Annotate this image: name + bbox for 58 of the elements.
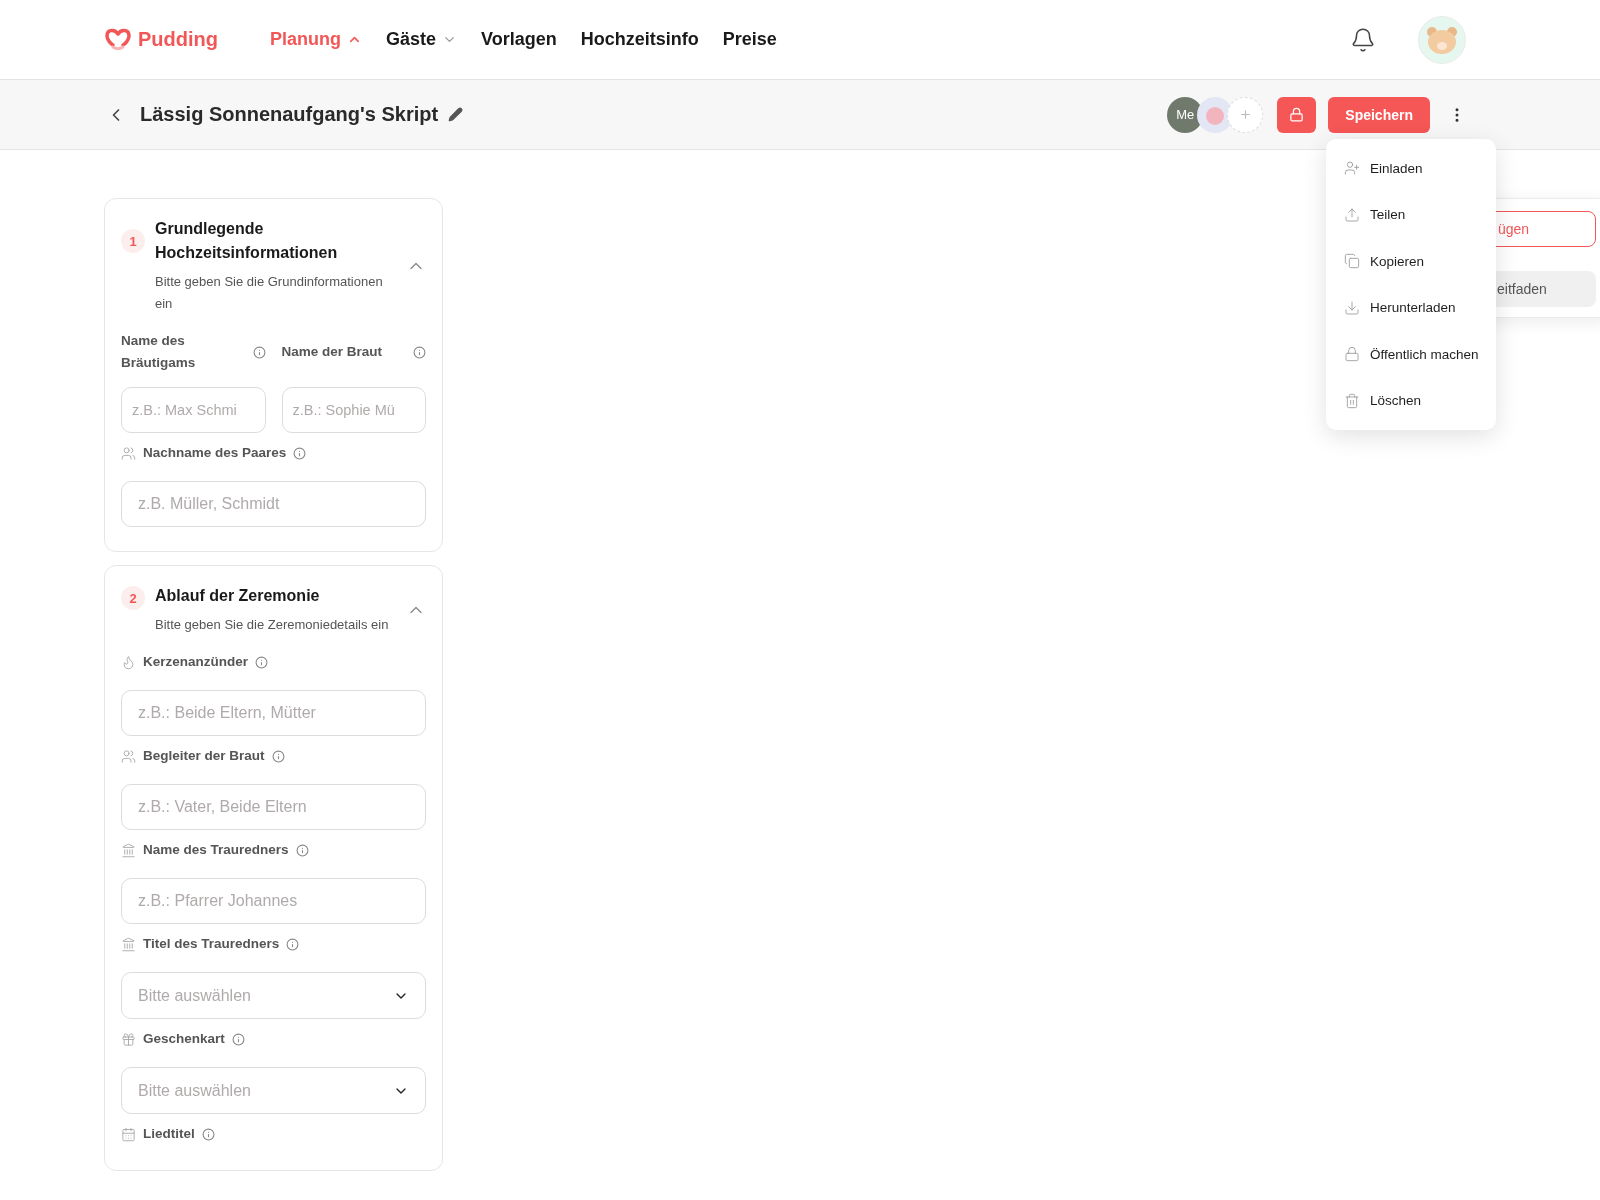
field-icon	[121, 654, 136, 670]
heart-logo-icon	[104, 27, 132, 52]
user-avatar[interactable]	[1418, 15, 1466, 64]
lock-button[interactable]	[1277, 96, 1317, 133]
step-number: 2	[121, 586, 145, 610]
info-icon[interactable]	[271, 749, 285, 763]
nav-link[interactable]: Gäste	[386, 29, 457, 50]
menu-item-icon	[1344, 206, 1360, 223]
field-icon	[121, 1031, 136, 1047]
script-title: Lässig Sonnenaufgang's Skript	[140, 103, 439, 126]
field-icon	[121, 445, 136, 461]
plus-icon	[1238, 108, 1252, 121]
field-label: Nachname des Paares	[143, 444, 287, 462]
menu-item-icon	[1344, 299, 1360, 316]
info-icon[interactable]	[252, 345, 266, 359]
info-icon[interactable]	[286, 937, 300, 951]
step-number: 1	[121, 229, 145, 253]
menu-item-icon	[1344, 392, 1360, 409]
lock-icon	[1289, 107, 1305, 122]
nav-link[interactable]: Hochzeitsinfo	[580, 29, 699, 50]
info-icon[interactable]	[293, 446, 307, 460]
info-icon[interactable]	[231, 1032, 245, 1046]
menu-item-icon	[1344, 253, 1360, 270]
field-label: Name des Bräutigams	[121, 332, 197, 372]
menu-item[interactable]: Öffentlich machen	[1326, 331, 1496, 378]
field-label: Name des Trauredners	[143, 841, 289, 859]
field-icon	[121, 748, 136, 764]
info-icon[interactable]	[201, 1127, 215, 1141]
notification-bell-icon[interactable]	[1350, 26, 1376, 53]
menu-item[interactable]: Löschen	[1326, 377, 1496, 424]
field-icon	[121, 842, 136, 858]
text-field[interactable]: z.B.: Sophie Mü	[281, 387, 426, 433]
field-label: Liedtitel	[143, 1125, 195, 1143]
section-subtitle: Bitte geben Sie die Grundinformationen ein	[155, 273, 384, 313]
text-field[interactable]: z.B.: Max Schmi	[121, 387, 266, 433]
nav-link[interactable]: Preise	[722, 29, 777, 50]
field-icon	[121, 1126, 136, 1142]
text-field[interactable]: z.B. Müller, Schmidt	[121, 481, 426, 527]
info-icon[interactable]	[295, 843, 309, 857]
field-label: Begleiter der Braut	[143, 747, 265, 765]
section-title: Grundlegende Hochzeitsinformationen	[155, 219, 339, 263]
text-field[interactable]: z.B.: Pfarrer Johannes	[121, 878, 426, 924]
menu-item[interactable]: Einladen	[1326, 145, 1496, 192]
text-field[interactable]: z.B.: Beide Eltern, Mütter	[121, 690, 426, 736]
info-icon[interactable]	[413, 345, 426, 359]
field-icon	[121, 936, 136, 952]
info-icon[interactable]	[255, 655, 269, 669]
section-subtitle: Bitte geben Sie die Zeremoniedetails ein	[155, 616, 390, 634]
section-title: Ablauf der Zeremonie	[155, 586, 321, 606]
menu-item-icon	[1344, 346, 1360, 363]
field-label: Kerzenanzünder	[143, 653, 249, 671]
menu-item-icon	[1344, 160, 1360, 177]
field-label: Name der Braut	[281, 343, 384, 361]
field-label: Titel des Trauredners	[143, 935, 280, 953]
text-field[interactable]: z.B.: Vater, Beide Eltern	[121, 784, 426, 830]
field-label: Geschenkart	[143, 1030, 225, 1048]
edit-icon[interactable]	[448, 107, 464, 122]
nav-link[interactable]: Vorlagen	[481, 29, 557, 50]
